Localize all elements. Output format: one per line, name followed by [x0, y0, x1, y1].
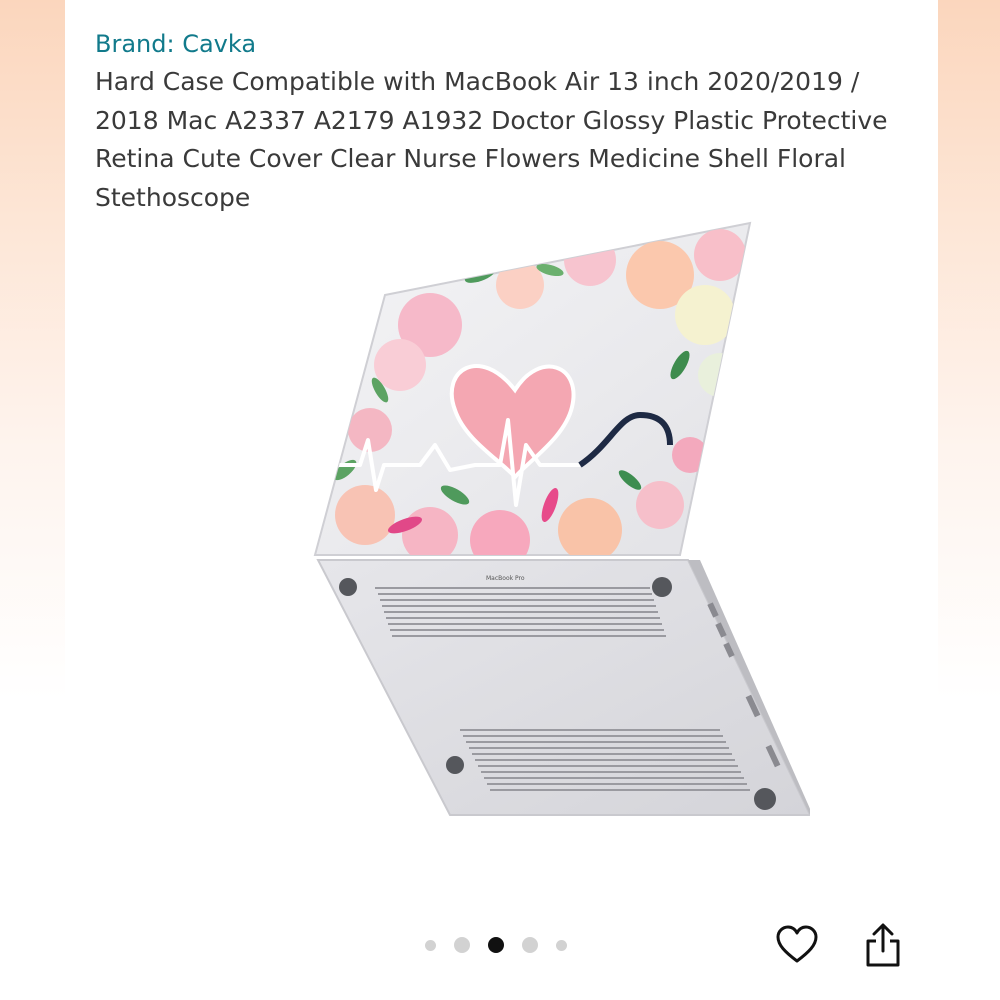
heart-outline-icon [776, 925, 818, 963]
product-card: Brand: Cavka Hard Case Compatible with M… [65, 0, 938, 1000]
carousel-dot[interactable] [454, 937, 470, 953]
carousel-dot-active[interactable] [488, 937, 504, 953]
laptop-model-label: MacBook Pro [486, 575, 525, 582]
foot [339, 578, 357, 596]
foot [446, 756, 464, 774]
brand-link[interactable]: Brand: Cavka [95, 28, 256, 60]
share-button[interactable] [858, 920, 908, 970]
background-left-gradient [0, 0, 65, 1000]
carousel-dot[interactable] [425, 939, 436, 951]
share-icon [866, 923, 900, 967]
laptop-base [316, 559, 810, 816]
foot [754, 788, 776, 810]
foot [652, 577, 672, 597]
image-carousel-dots[interactable] [425, 935, 567, 955]
carousel-dot[interactable] [556, 939, 567, 951]
product-title: Hard Case Compatible with MacBook Air 13… [95, 67, 888, 212]
carousel-dot[interactable] [522, 937, 538, 953]
product-image[interactable]: MacBook Pro [250, 215, 810, 835]
wishlist-button[interactable] [772, 920, 822, 970]
background-right-gradient [938, 0, 1000, 1000]
